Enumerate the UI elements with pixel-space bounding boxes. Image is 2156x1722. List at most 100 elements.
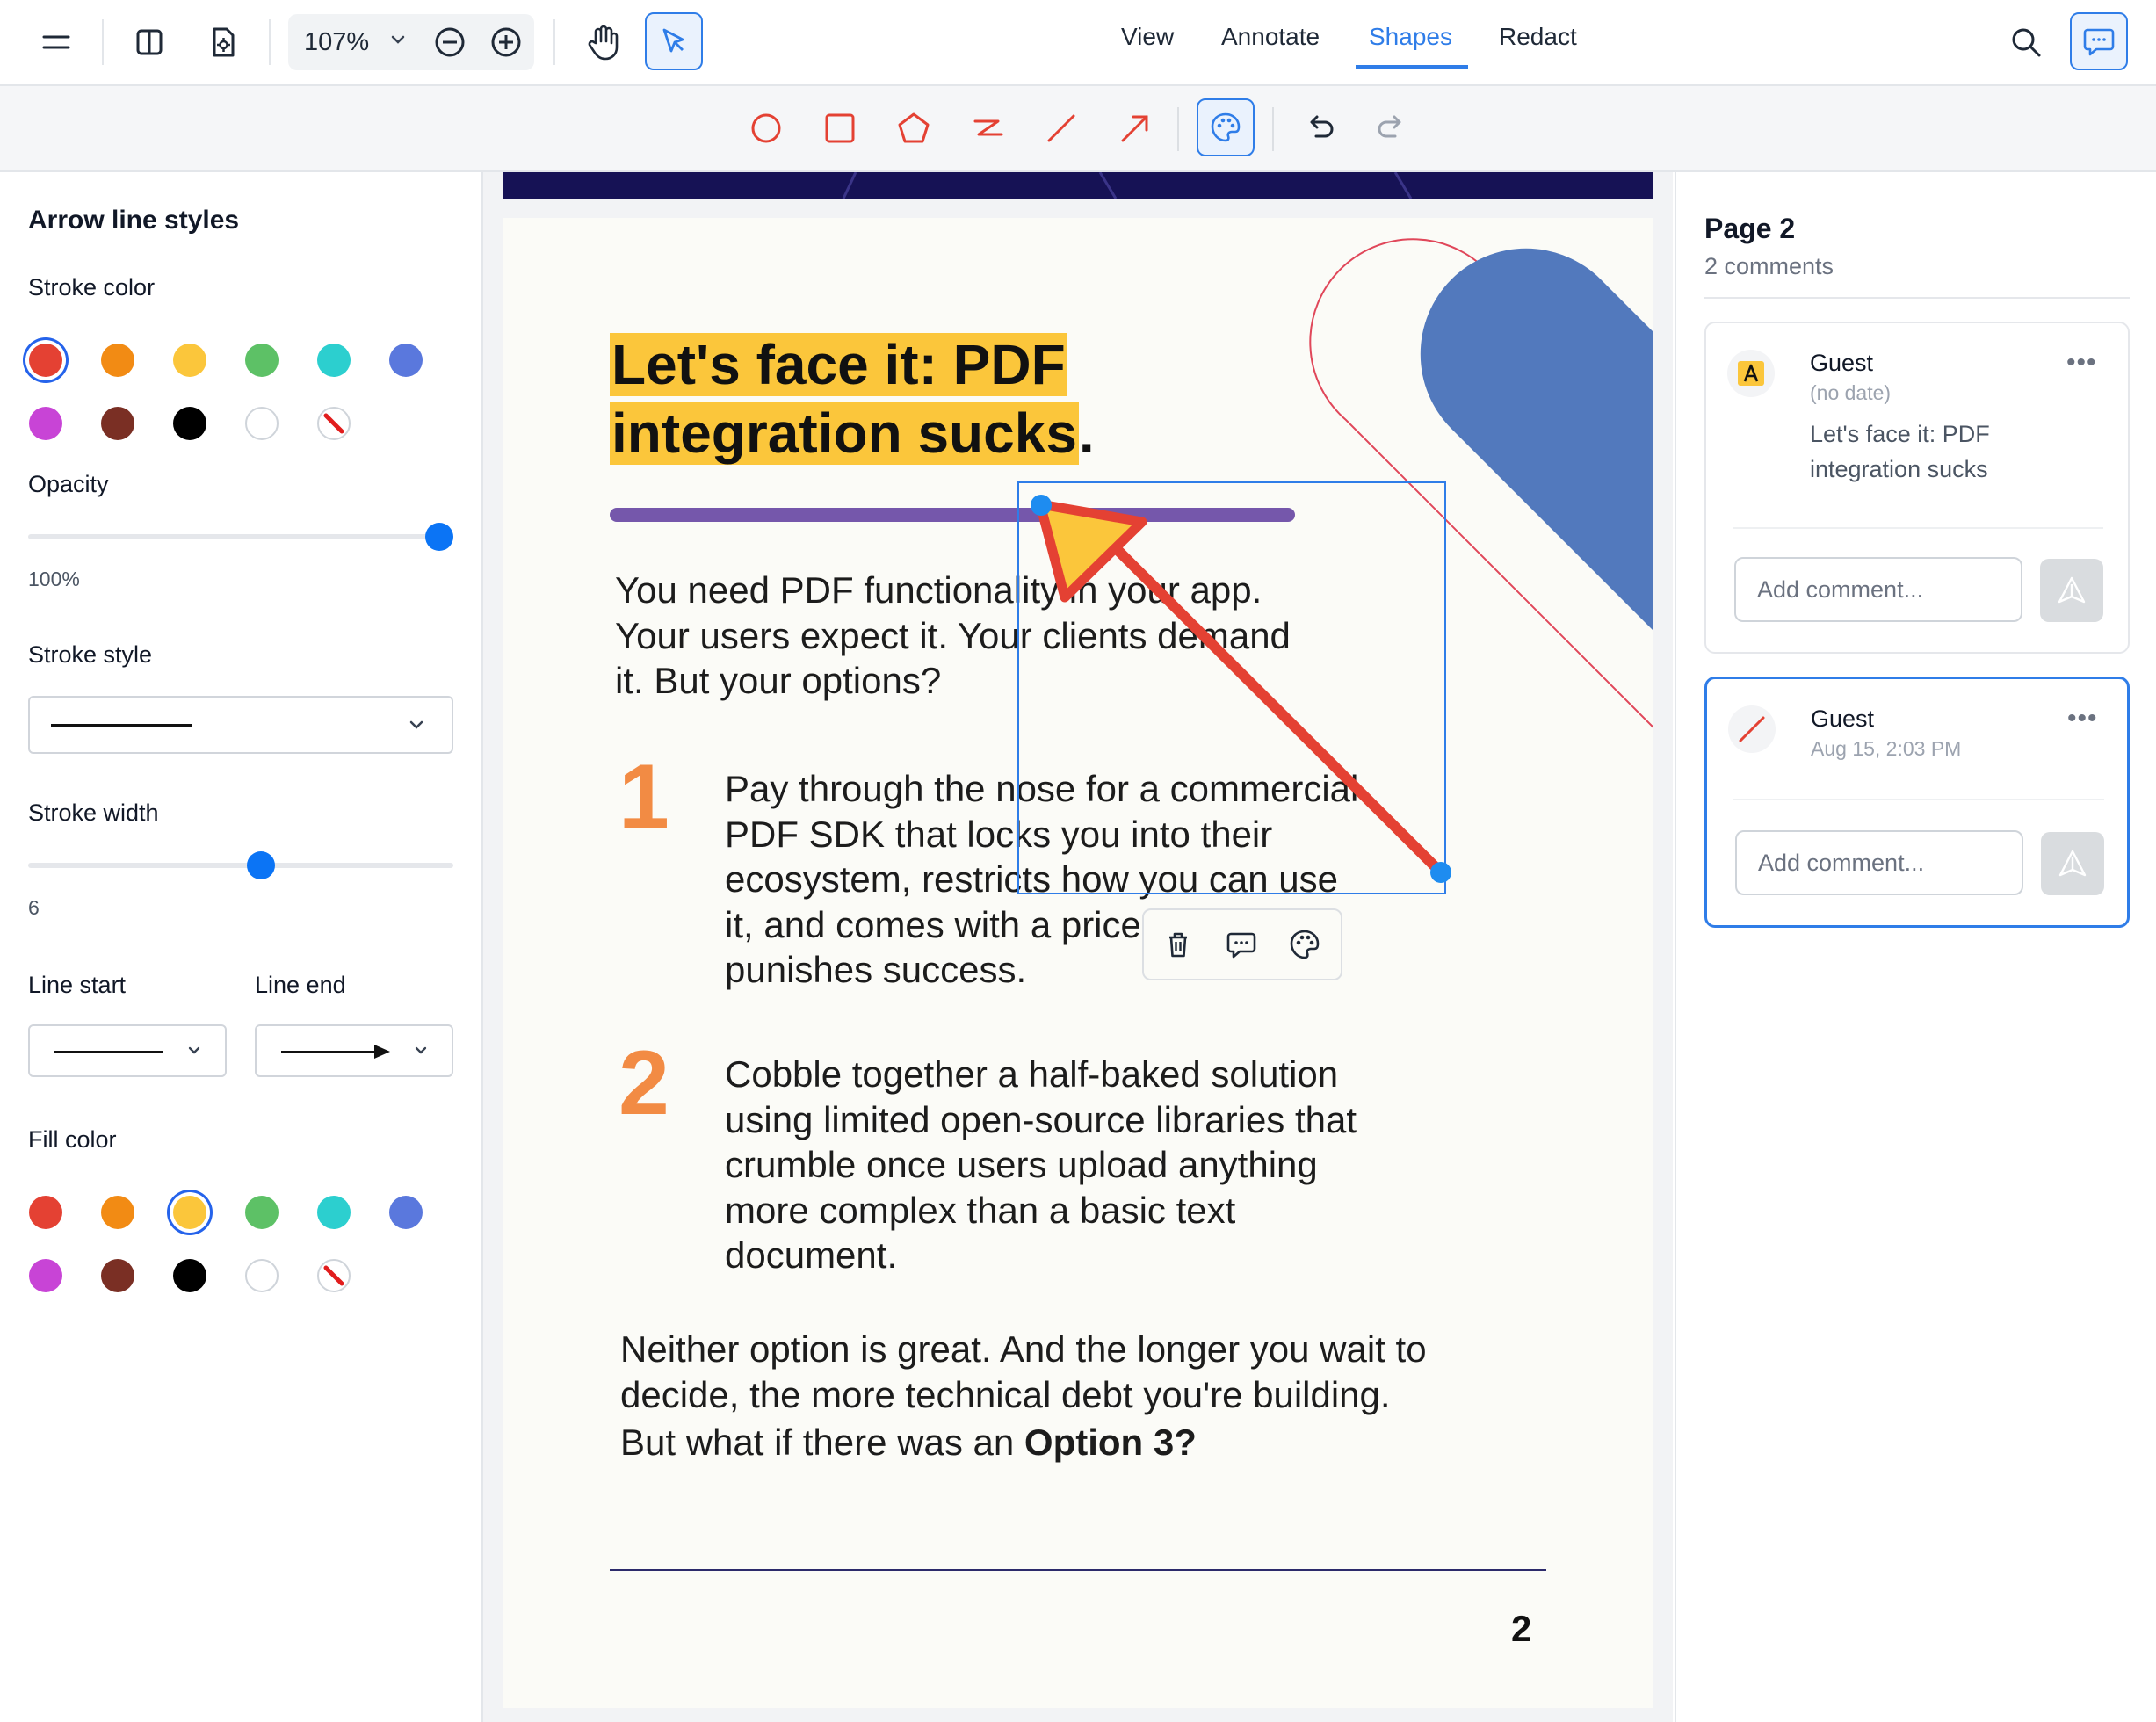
color-swatch[interactable] (245, 407, 279, 440)
line-end-label: Line end (255, 972, 346, 998)
arrow-start-handle[interactable] (1031, 495, 1052, 516)
comment-card-active[interactable]: Guest Aug 15, 2:03 PM ••• Add comment... (1704, 676, 2130, 928)
square-icon[interactable] (817, 105, 863, 151)
question-prefix: But what if there was an (620, 1422, 1015, 1463)
color-swatch[interactable] (29, 407, 62, 440)
tab-view[interactable]: View (1121, 23, 1174, 51)
stroke-width-slider-handle[interactable] (246, 851, 275, 879)
stroke-width-slider-track[interactable] (28, 863, 453, 868)
add-comment-input[interactable]: Add comment... (1734, 557, 2022, 622)
option-line: using limited open-source libraries that (725, 1098, 1357, 1140)
comments-panel: Page 2 2 comments Guest (no date) ••• Le… (1675, 172, 2156, 1722)
color-swatch[interactable] (173, 1196, 206, 1229)
question-bold: Option 3? (1024, 1422, 1197, 1463)
chevron-down-icon[interactable] (387, 26, 409, 57)
menu-icon[interactable] (35, 21, 77, 63)
comment-icon[interactable] (1225, 928, 1258, 966)
previous-page-bottom (503, 172, 1653, 199)
no-color-swatch[interactable] (317, 1259, 351, 1292)
color-swatch[interactable] (389, 1196, 423, 1229)
zoom-value[interactable]: 107% (304, 28, 369, 57)
stroke-style-label: Stroke style (28, 641, 153, 668)
pdf-page[interactable]: Let's face it: PDF integration sucks. Yo… (503, 218, 1653, 1708)
comment-body: Let's face it: PDF integration sucks (1810, 421, 1990, 482)
more-options-icon[interactable]: ••• (2066, 348, 2097, 378)
color-swatch[interactable] (389, 344, 423, 377)
sidebar-toggle-icon[interactable] (128, 21, 170, 63)
palette-icon[interactable] (1197, 98, 1255, 156)
annotation-popup-menu (1142, 908, 1342, 980)
color-swatch[interactable] (173, 1259, 206, 1292)
text-highlight-icon (1727, 350, 1775, 397)
closing-paragraph: Neither option is great. And the longer … (620, 1327, 1587, 1417)
undo-icon[interactable] (1297, 105, 1342, 151)
stroke-width-value: 6 (28, 896, 40, 919)
line-start-label: Line start (28, 972, 127, 998)
more-options-icon[interactable]: ••• (2067, 704, 2098, 734)
line-start-select[interactable] (28, 1024, 227, 1077)
color-swatch[interactable] (29, 344, 62, 377)
solid-line-preview (51, 724, 192, 727)
trash-icon[interactable] (1161, 928, 1195, 966)
closing-line: decide, the more technical debt you're b… (620, 1373, 1391, 1415)
no-color-swatch[interactable] (317, 407, 351, 440)
arrow-icon[interactable] (1112, 105, 1158, 151)
color-swatch[interactable] (245, 344, 279, 377)
comment-date: Aug 15, 2:03 PM (1811, 737, 1962, 760)
color-swatch[interactable] (173, 407, 206, 440)
zoom-in-icon[interactable] (488, 25, 524, 64)
option-line: crumble once users upload anything (725, 1144, 1318, 1185)
search-icon[interactable] (2003, 19, 2049, 65)
arrow-annotation[interactable] (503, 218, 1653, 1096)
polygon-icon[interactable] (891, 105, 937, 151)
comment-author: Guest (1811, 705, 1875, 732)
zoom-control: 107% (288, 14, 534, 70)
stroke-style-select[interactable] (28, 696, 453, 754)
top-toolbar: 107% View Annotate Shapes Redact (0, 0, 2156, 86)
option-line: document. (725, 1234, 898, 1276)
color-swatch[interactable] (29, 1196, 62, 1229)
color-swatch[interactable] (317, 1196, 351, 1229)
add-comment-input[interactable]: Add comment... (1735, 830, 2023, 895)
color-swatch[interactable] (101, 407, 134, 440)
line-icon[interactable] (1038, 105, 1084, 151)
comment-count: 2 comments (1704, 253, 1834, 279)
color-swatch[interactable] (101, 1259, 134, 1292)
circle-icon[interactable] (743, 105, 789, 151)
redo-icon[interactable] (1369, 105, 1414, 151)
tab-annotate[interactable]: Annotate (1221, 23, 1320, 51)
stroke-color-label: Stroke color (28, 274, 156, 300)
page-number: 2 (1511, 1608, 1532, 1649)
active-tab-indicator (1356, 65, 1468, 69)
document-settings-icon[interactable] (202, 21, 244, 63)
polyline-icon[interactable] (965, 105, 1010, 151)
select-pointer-icon[interactable] (645, 12, 703, 70)
comments-panel-icon[interactable] (2070, 12, 2128, 70)
tab-shapes[interactable]: Shapes (1369, 23, 1452, 51)
option-line: more complex than a basic text (725, 1189, 1236, 1231)
line-annotation-icon (1728, 705, 1776, 753)
color-swatch[interactable] (245, 1259, 279, 1292)
color-swatch[interactable] (101, 1196, 134, 1229)
color-swatch[interactable] (29, 1259, 62, 1292)
color-swatch[interactable] (173, 344, 206, 377)
tab-redact[interactable]: Redact (1499, 23, 1577, 51)
opacity-label: Opacity (28, 471, 109, 497)
comment-author: Guest (1810, 350, 1874, 376)
opacity-slider-handle[interactable] (425, 523, 453, 551)
color-swatch[interactable] (101, 344, 134, 377)
palette-icon[interactable] (1288, 928, 1321, 966)
pan-hand-icon[interactable] (580, 19, 626, 65)
comment-card[interactable]: Guest (no date) ••• Let's face it: PDF i… (1704, 322, 2130, 654)
send-icon[interactable] (2040, 559, 2103, 622)
fill-color-label: Fill color (28, 1126, 117, 1153)
zoom-out-icon[interactable] (432, 25, 467, 64)
color-swatch[interactable] (245, 1196, 279, 1229)
send-icon[interactable] (2041, 832, 2104, 895)
chevron-down-icon (184, 1038, 204, 1067)
opacity-slider-track[interactable] (28, 534, 453, 539)
arrow-end-handle[interactable] (1430, 862, 1451, 883)
line-end-select[interactable] (255, 1024, 453, 1077)
comment-date: (no date) (1810, 381, 1892, 404)
color-swatch[interactable] (317, 344, 351, 377)
